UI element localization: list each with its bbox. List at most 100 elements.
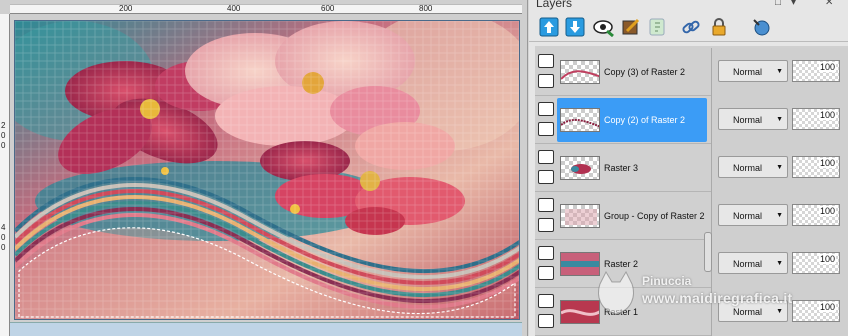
eye-icon[interactable]: [538, 122, 554, 136]
new-vector-layer-icon[interactable]: [565, 17, 585, 37]
horizontal-ruler: 200 400 600 800: [10, 4, 522, 14]
ruler-mark: 600: [321, 4, 335, 13]
layer-type-icon[interactable]: [538, 246, 554, 260]
image-canvas-area[interactable]: 200 400 600 800 2 0 0 4 0 0: [0, 0, 528, 336]
layer-name-cell[interactable]: Copy (3) of Raster 2: [557, 50, 707, 94]
dropdown-arrow-icon: ▼: [776, 116, 783, 123]
dropdown-arrow-icon: ▼: [776, 308, 783, 315]
layer-row[interactable]: Group - Copy of Raster 2 Normal ▼ 100: [535, 192, 848, 240]
ruler-mark: 400: [227, 4, 241, 13]
ruler-mark: 200: [119, 4, 133, 13]
ruler-digit: 0: [1, 131, 6, 140]
layer-type-icon[interactable]: [538, 150, 554, 164]
new-mask-icon[interactable]: [647, 17, 667, 37]
eye-icon[interactable]: [538, 74, 554, 88]
layer-properties: Normal ▼ 100: [711, 240, 848, 288]
layer-name: Raster 1: [604, 307, 639, 317]
opacity-field[interactable]: 100: [792, 108, 840, 130]
layer-visibility-controls: [538, 292, 554, 332]
layers-palette: Layers □ ▾ ✕ Copy (3) of Raster 2 Normal…: [529, 0, 848, 336]
layer-thumbnail: [560, 108, 600, 132]
restore-icon[interactable]: □: [775, 0, 781, 8]
panel-splitter-handle[interactable]: [704, 232, 712, 272]
layer-properties: Normal ▼ 100: [711, 48, 848, 96]
blend-mode-value: Normal: [733, 67, 763, 77]
ruler-digit: 0: [1, 233, 6, 242]
opacity-field[interactable]: 100: [792, 204, 840, 226]
layer-thumbnail: [560, 204, 600, 228]
ruler-digit: 2: [1, 121, 6, 130]
chevron-down-icon[interactable]: ▾: [791, 0, 796, 8]
palette-menu-icon[interactable]: [751, 17, 771, 37]
canvas-status-strip: [10, 322, 522, 336]
opacity-value: 100: [818, 302, 836, 312]
blend-mode-value: Normal: [733, 211, 763, 221]
layer-row[interactable]: Raster 3 Normal ▼ 100: [535, 144, 848, 192]
blend-mode-dropdown[interactable]: Normal ▼: [718, 156, 788, 178]
eye-icon[interactable]: [538, 170, 554, 184]
layer-row[interactable]: Raster 1 Normal ▼ 100: [535, 288, 848, 336]
layer-properties: Normal ▼ 100: [711, 144, 848, 192]
eye-icon[interactable]: [538, 314, 554, 328]
blend-mode-value: Normal: [733, 163, 763, 173]
layer-type-icon[interactable]: [538, 102, 554, 116]
blend-mode-dropdown[interactable]: Normal ▼: [718, 60, 788, 82]
new-raster-layer-icon[interactable]: [539, 17, 559, 37]
dropdown-arrow-icon: ▼: [776, 260, 783, 267]
layer-visibility-controls: [538, 148, 554, 188]
layer-name: Copy (3) of Raster 2: [604, 67, 686, 77]
opacity-value: 100: [818, 254, 836, 264]
layer-name-cell[interactable]: Raster 1: [557, 290, 707, 334]
view-all-layers-icon[interactable]: [593, 17, 614, 38]
blend-mode-dropdown[interactable]: Normal ▼: [718, 108, 788, 130]
layer-name-cell[interactable]: Copy (2) of Raster 2: [557, 98, 707, 142]
blend-mode-value: Normal: [733, 259, 763, 269]
opacity-value: 100: [818, 206, 836, 216]
eye-icon[interactable]: [538, 218, 554, 232]
layer-properties: Normal ▼ 100: [711, 192, 848, 240]
dropdown-arrow-icon: ▼: [776, 68, 783, 75]
layer-thumbnail: [560, 156, 600, 180]
opacity-field[interactable]: 100: [792, 60, 840, 82]
opacity-value: 100: [818, 110, 836, 120]
blend-mode-dropdown[interactable]: Normal ▼: [718, 204, 788, 226]
blend-mode-dropdown[interactable]: Normal ▼: [718, 300, 788, 322]
layer-name-cell[interactable]: Raster 2: [557, 242, 707, 286]
layer-properties: Normal ▼ 100: [711, 96, 848, 144]
ruler-digit: 0: [1, 243, 6, 252]
layer-name: Group - Copy of Raster 2: [604, 211, 705, 221]
layer-type-icon[interactable]: [538, 198, 554, 212]
dropdown-arrow-icon: ▼: [776, 212, 783, 219]
blend-mode-dropdown[interactable]: Normal ▼: [718, 252, 788, 274]
layer-thumbnail: [560, 300, 600, 324]
dropdown-arrow-icon: ▼: [776, 164, 783, 171]
layer-name-cell[interactable]: Raster 3: [557, 146, 707, 190]
layer-type-icon[interactable]: [538, 54, 554, 68]
layer-visibility-controls: [538, 100, 554, 140]
layer-type-icon[interactable]: [538, 294, 554, 308]
layer-thumbnail: [560, 60, 600, 84]
layer-thumbnail: [560, 252, 600, 276]
eye-icon[interactable]: [538, 266, 554, 280]
layer-visibility-controls: [538, 52, 554, 92]
image-canvas[interactable]: [14, 20, 520, 320]
link-layers-icon[interactable]: [681, 17, 701, 37]
opacity-field[interactable]: 100: [792, 300, 840, 322]
panel-title: Layers: [536, 0, 573, 10]
layer-name-cell[interactable]: Group - Copy of Raster 2: [557, 194, 707, 238]
layer-properties: Normal ▼ 100: [711, 288, 848, 336]
opacity-value: 100: [818, 62, 836, 72]
blend-mode-value: Normal: [733, 115, 763, 125]
layer-row[interactable]: Copy (3) of Raster 2 Normal ▼ 100: [535, 48, 848, 96]
edit-selection-icon[interactable]: [621, 17, 641, 37]
layer-row-selected[interactable]: Copy (2) of Raster 2 Normal ▼ 100: [535, 96, 848, 144]
opacity-field[interactable]: 100: [792, 156, 840, 178]
layer-row[interactable]: Raster 2 Normal ▼ 100: [535, 240, 848, 288]
vertical-ruler: 2 0 0 4 0 0: [0, 14, 10, 336]
layer-name: Raster 2: [604, 259, 639, 269]
opacity-field[interactable]: 100: [792, 252, 840, 274]
lock-transparency-icon[interactable]: [709, 17, 729, 37]
blend-mode-value: Normal: [733, 307, 763, 317]
ruler-mark: 800: [419, 4, 433, 13]
close-icon[interactable]: ✕: [825, 0, 833, 8]
